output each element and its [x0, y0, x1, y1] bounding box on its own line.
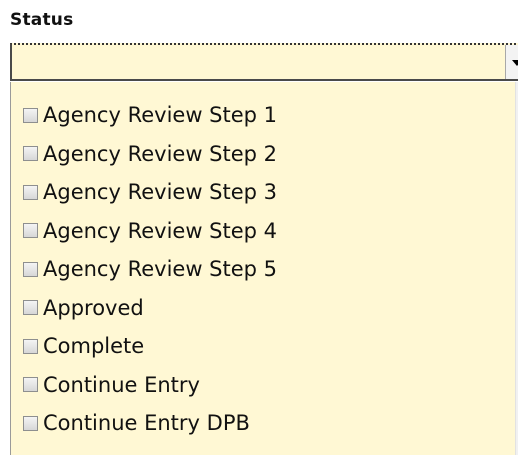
status-combobox[interactable] — [10, 43, 518, 81]
status-label: Status — [10, 10, 74, 30]
checkbox[interactable] — [23, 300, 38, 316]
checkbox[interactable] — [23, 261, 38, 277]
list-item[interactable]: Agency Review Step 1 — [23, 96, 498, 135]
dropdown-items: Agency Review Step 1 Agency Review Step … — [23, 96, 498, 443]
checkbox[interactable] — [23, 107, 38, 123]
checkbox[interactable] — [23, 146, 38, 162]
list-item[interactable]: Complete — [23, 327, 498, 366]
list-item[interactable]: Agency Review Step 4 — [23, 212, 498, 251]
list-item-label: Approved — [43, 295, 144, 320]
checkbox[interactable] — [23, 184, 38, 200]
list-item[interactable]: Agency Review Step 2 — [23, 135, 498, 174]
checkbox[interactable] — [23, 338, 38, 354]
list-item-label: Continue Entry — [43, 372, 200, 397]
list-item-label: Agency Review Step 2 — [43, 141, 278, 166]
list-item-label: Continue Entry DPB — [43, 411, 250, 436]
list-item-label: Complete — [43, 334, 145, 359]
list-item-label: Agency Review Step 3 — [43, 180, 278, 205]
list-item-label: Agency Review Step 4 — [43, 218, 278, 243]
list-item[interactable]: Agency Review Step 3 — [23, 173, 498, 212]
list-item-label: Agency Review Step 1 — [43, 103, 278, 128]
list-item[interactable]: Agency Review Step 5 — [23, 250, 498, 289]
list-item-label: Agency Review Step 5 — [43, 257, 278, 282]
checkbox[interactable] — [23, 377, 38, 393]
list-item[interactable]: Approved — [23, 289, 498, 328]
chevron-down-icon[interactable] — [505, 45, 518, 79]
checkbox[interactable] — [23, 223, 38, 239]
checkbox[interactable] — [23, 415, 38, 431]
list-item[interactable]: Continue Entry DPB — [23, 404, 498, 443]
list-item[interactable]: Continue Entry — [23, 366, 498, 405]
status-dropdown-list[interactable]: Agency Review Step 1 Agency Review Step … — [10, 82, 518, 455]
